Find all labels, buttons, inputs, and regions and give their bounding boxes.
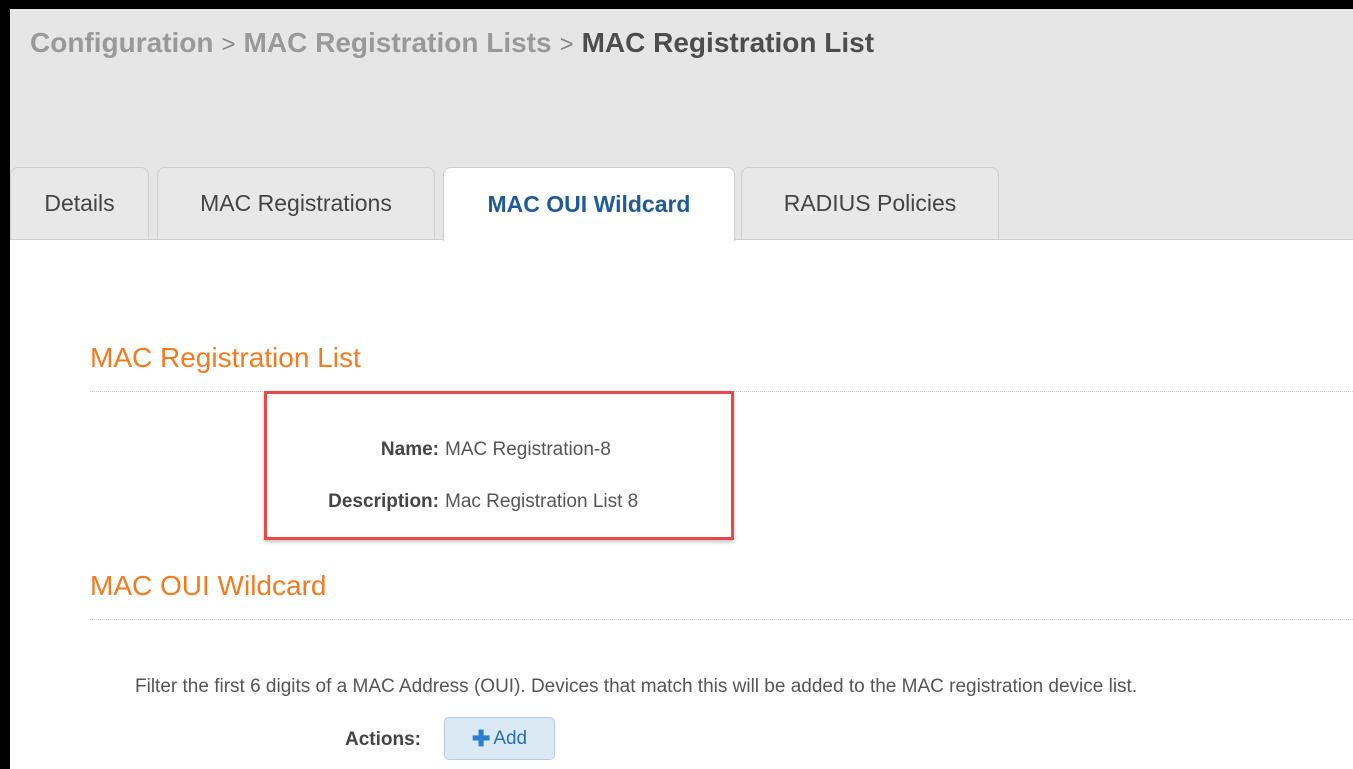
breadcrumb-item-mac-registration-lists[interactable]: MAC Registration Lists	[244, 27, 552, 58]
breadcrumb-item-configuration[interactable]: Configuration	[30, 27, 214, 58]
tab-mac-registrations[interactable]: MAC Registrations	[157, 167, 435, 239]
description-value: Mac Registration List 8	[445, 491, 639, 512]
section-title-mac-oui-wildcard: MAC OUI Wildcard	[90, 570, 327, 601]
tab-mac-oui-wildcard[interactable]: MAC OUI Wildcard	[443, 167, 735, 241]
section-divider	[90, 619, 1353, 620]
page-frame: Configuration > MAC Registration Lists > MAC…	[10, 9, 1353, 769]
add-button-label: Add	[493, 727, 528, 749]
name-label: Name:	[380, 439, 439, 460]
actions-label: Actions:	[345, 729, 421, 750]
page-header: Configuration > MAC Registration Lists > MAC…	[10, 9, 1353, 241]
help-text: Filter the first 6 digits of a MAC Addre…	[135, 676, 1138, 697]
breadcrumb-separator: >	[221, 31, 236, 58]
plus-icon: ✚	[471, 725, 491, 751]
tab-details[interactable]: Details	[10, 167, 149, 239]
breadcrumb-separator: >	[559, 31, 574, 58]
name-value: MAC Registration-8	[445, 439, 611, 460]
highlight-box	[264, 391, 734, 540]
breadcrumb: Configuration > MAC Registration Lists > MAC…	[30, 27, 874, 59]
breadcrumb-current: MAC Registration List	[581, 27, 875, 58]
description-label: Description:	[328, 491, 439, 512]
tab-radius-policies[interactable]: RADIUS Policies	[741, 167, 999, 239]
add-button[interactable]: ✚ Add	[444, 717, 555, 760]
section-title-mac-registration-list: MAC Registration List	[90, 342, 361, 373]
